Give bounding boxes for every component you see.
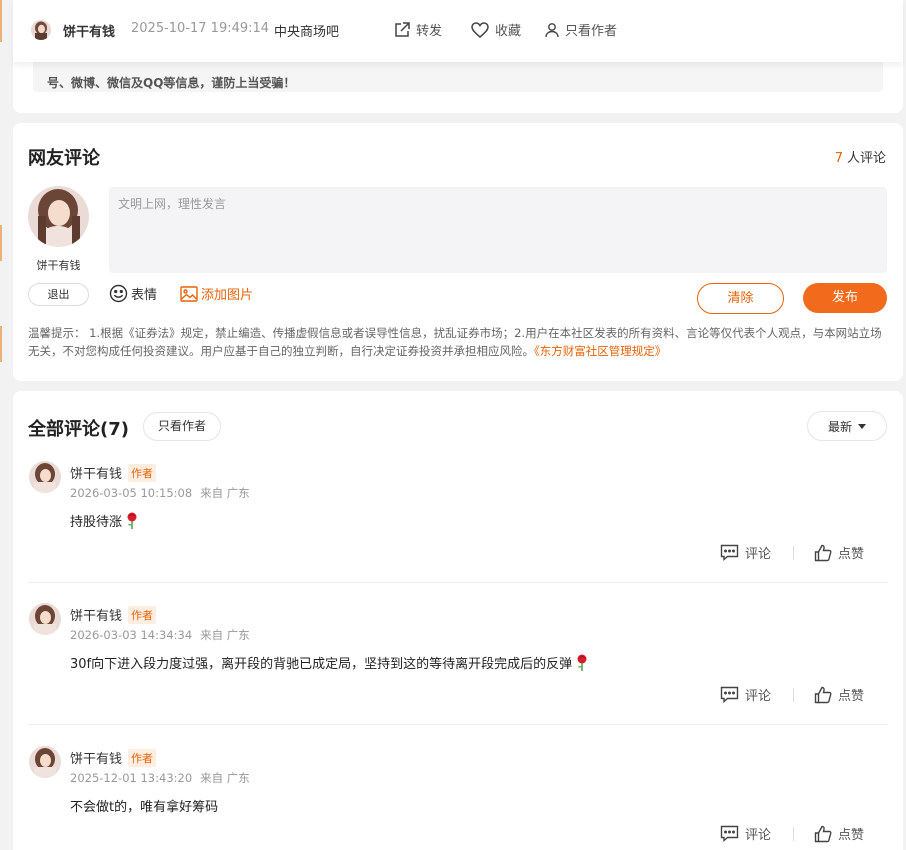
- post-top-bar: 饼干有钱 2025-10-17 19:49:14 中央商场吧 转发 收藏 只看作…: [13, 0, 903, 62]
- thumb-up-icon: [814, 544, 832, 561]
- author-only-label: 只看作者: [565, 24, 618, 39]
- comment-actions: 评论 点赞: [720, 685, 864, 704]
- reply-label: 评论: [745, 689, 772, 704]
- commenter-name[interactable]: 饼干有钱: [70, 463, 122, 482]
- current-user-name: 饼干有钱: [36, 259, 81, 272]
- comment-text: 持股待涨: [70, 515, 123, 530]
- comment-item: 饼干有钱 作者 2026-03-05 10:15:08 来自 广东 持股待涨 评论: [28, 461, 888, 583]
- caret-down-icon: [858, 423, 866, 429]
- rose-emoji: [577, 654, 587, 671]
- smile-icon: [109, 284, 128, 303]
- share-icon: [395, 21, 410, 37]
- author-badge: 作者: [128, 748, 157, 767]
- reply-label: 评论: [745, 547, 772, 562]
- comments-title: 全部评论(7): [28, 419, 129, 440]
- comment-count: 7 人评论: [835, 147, 886, 166]
- comment-location: 来自 广东: [200, 628, 250, 642]
- commenter-name-row: 饼干有钱 作者: [70, 748, 157, 767]
- comment-actions: 评论 点赞: [720, 543, 864, 562]
- sort-dropdown[interactable]: 最新: [807, 411, 887, 441]
- posting-tips: 温馨提示： 1.根据《证券法》规定，禁止编造、传播虚假信息或者误导性信息，扰乱证…: [28, 324, 888, 360]
- like-label: 点赞: [838, 547, 865, 562]
- tips-text: 温馨提示： 1.根据《证券法》规定，禁止编造、传播虚假信息或者误导性信息，扰乱证…: [28, 326, 882, 358]
- add-image-label: 添加图片: [201, 288, 254, 303]
- logout-button[interactable]: 退出: [28, 283, 89, 306]
- action-divider: [793, 545, 795, 560]
- comment-actions: 评论 点赞: [720, 824, 864, 843]
- commenter-avatar[interactable]: [29, 746, 61, 778]
- author-name[interactable]: 饼干有钱: [63, 21, 115, 40]
- sort-label: 最新: [827, 419, 852, 434]
- reply-button[interactable]: 评论: [720, 685, 771, 704]
- clear-button[interactable]: 清除: [697, 283, 784, 314]
- comment-icon: [720, 686, 739, 703]
- reply-label: 评论: [745, 828, 772, 843]
- author-badge: 作者: [128, 605, 157, 624]
- author-avatar[interactable]: [31, 20, 51, 40]
- comment-icon: [720, 825, 739, 842]
- comment-location: 来自 广东: [200, 486, 250, 500]
- comment-time: 2026-03-03 14:34:34: [70, 628, 193, 642]
- comment-divider: [28, 582, 888, 583]
- favorite-label: 收藏: [495, 24, 522, 39]
- bar-name-link[interactable]: 中央商场吧: [274, 21, 339, 40]
- comment-divider: [28, 724, 888, 725]
- comment-text: 不会做t的，唯有拿好筹码: [70, 800, 219, 815]
- comment-form-title: 网友评论: [28, 148, 100, 169]
- comment-time: 2025-12-01 13:43:20: [70, 771, 193, 785]
- reply-button[interactable]: 评论: [720, 824, 771, 843]
- emoji-button[interactable]: 表情: [109, 284, 157, 303]
- user-icon: [545, 22, 559, 37]
- comment-meta: 2026-03-03 14:34:34 来自 广东: [70, 627, 250, 643]
- share-label: 转发: [416, 24, 443, 39]
- post-time: 2025-10-17 19:49:14: [131, 21, 270, 36]
- action-divider: [793, 826, 795, 841]
- comments-author-only-button[interactable]: 只看作者: [143, 412, 221, 441]
- comment-input[interactable]: [109, 187, 887, 273]
- comment-count-number: 7: [834, 151, 843, 166]
- comment-meta: 2025-12-01 13:43:20 来自 广东: [70, 770, 250, 786]
- commenter-name-row: 饼干有钱 作者: [70, 605, 157, 624]
- current-user-avatar[interactable]: [28, 186, 89, 247]
- commenter-name-row: 饼干有钱 作者: [70, 463, 157, 482]
- left-edge-strip: [0, 0, 2, 850]
- publish-button[interactable]: 发布: [803, 283, 887, 313]
- comment-content: 持股待涨: [70, 511, 139, 530]
- comment-text: 30f向下进入段力度过强，离开段的背驰已成定局，坚持到这的等待离开段完成后的反弹: [70, 657, 573, 672]
- comment-location: 来自 广东: [200, 771, 250, 785]
- emoji-label: 表情: [131, 288, 158, 303]
- comment-count-suffix: 人评论: [846, 151, 886, 166]
- share-button[interactable]: 转发: [393, 20, 442, 39]
- comment-icon: [720, 544, 739, 561]
- thumb-up-icon: [814, 686, 832, 703]
- comment-content: 不会做t的，唯有拿好筹码: [70, 796, 218, 815]
- community-rules-link[interactable]: 《东方财富社区管理规定》: [534, 344, 666, 358]
- comment-item: 饼干有钱 作者 2026-03-03 14:34:34 来自 广东 30f向下进入…: [28, 603, 888, 725]
- like-button[interactable]: 点赞: [814, 543, 864, 562]
- comment-form-card: 网友评论 7人评论 饼干有钱 退出 表情 添加图片 清除 发布 温馨提示： 1.…: [13, 123, 903, 381]
- favorite-button[interactable]: 收藏: [470, 20, 521, 39]
- like-button[interactable]: 点赞: [814, 685, 864, 704]
- heart-icon: [471, 21, 489, 38]
- comments-list-card: 全部评论(7) 只看作者 最新 饼干有钱 作者 2026-03-05 10:15…: [13, 391, 903, 850]
- like-label: 点赞: [838, 689, 865, 704]
- commenter-avatar[interactable]: [29, 461, 61, 493]
- comment-content: 30f向下进入段力度过强，离开段的背驰已成定局，坚持到这的等待离开段完成后的反弹: [70, 653, 589, 672]
- thumb-up-icon: [814, 825, 832, 842]
- add-image-button[interactable]: 添加图片: [180, 284, 253, 303]
- author-only-toggle[interactable]: 只看作者: [544, 20, 617, 39]
- action-divider: [793, 687, 795, 702]
- author-badge: 作者: [128, 463, 157, 482]
- commenter-name[interactable]: 饼干有钱: [70, 605, 122, 624]
- comment-item: 饼干有钱 作者 2025-12-01 13:43:20 来自 广东 不会做t的，唯…: [28, 746, 888, 850]
- like-label: 点赞: [838, 828, 865, 843]
- comment-meta: 2026-03-05 10:15:08 来自 广东: [70, 485, 250, 501]
- commenter-avatar[interactable]: [29, 603, 61, 635]
- reply-button[interactable]: 评论: [720, 543, 771, 562]
- like-button[interactable]: 点赞: [814, 824, 864, 843]
- comment-time: 2026-03-05 10:15:08: [70, 486, 193, 500]
- image-icon: [180, 285, 198, 302]
- rose-emoji: [127, 512, 137, 529]
- commenter-name[interactable]: 饼干有钱: [70, 748, 122, 767]
